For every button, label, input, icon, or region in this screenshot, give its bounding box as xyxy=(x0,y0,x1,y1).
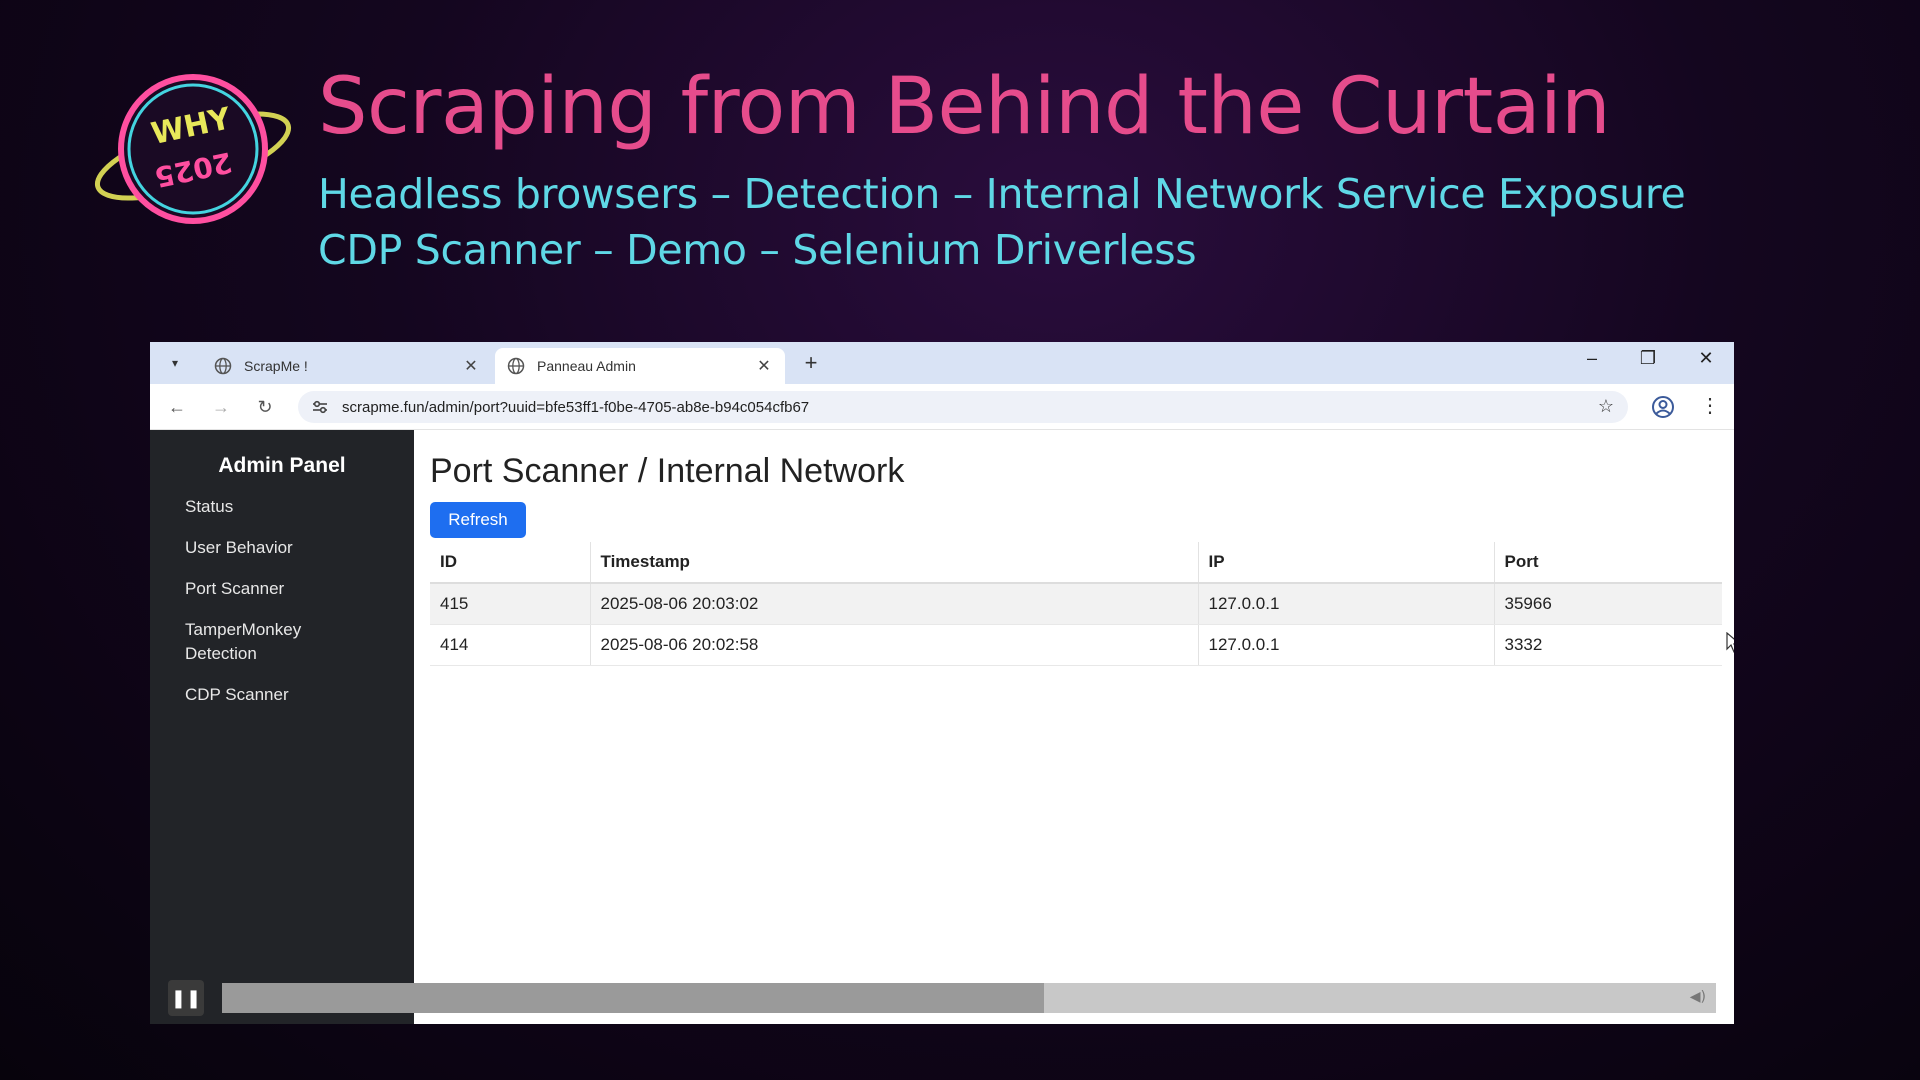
forward-arrow-icon[interactable]: → xyxy=(208,394,234,420)
cell-id: 415 xyxy=(430,583,591,625)
video-controls: ❚❚ ◀) xyxy=(168,978,1716,1018)
cell-id: 414 xyxy=(430,624,591,666)
table-header-row: ID Timestamp IP Port xyxy=(430,542,1722,584)
browser-window: ▾ ScrapMe ! ✕ Panneau Admin ✕ + – ❐ ✕ ← xyxy=(150,342,1734,1024)
cell-timestamp: 2025-08-06 20:02:58 xyxy=(590,624,1199,666)
reload-icon[interactable]: ↻ xyxy=(252,394,278,420)
column-header-port[interactable]: Port xyxy=(1494,542,1722,584)
volume-icon[interactable]: ◀) xyxy=(1690,989,1706,1005)
restore-icon[interactable]: ❐ xyxy=(1634,348,1662,369)
seek-bar[interactable]: ◀) xyxy=(222,983,1716,1013)
slide-subtitle-line2: CDP Scanner – Demo – Selenium Driverless xyxy=(318,226,1197,274)
sidebar-item-port-scanner[interactable]: Port Scanner xyxy=(185,577,385,601)
address-bar[interactable]: scrapme.fun/admin/port?uuid=bfe53ff1-f0b… xyxy=(298,391,1628,423)
cell-port: 35966 xyxy=(1494,583,1722,625)
browser-toolbar: ← → ↻ scrapme.fun/admin/port?uuid=bfe53f… xyxy=(150,384,1734,430)
page-content: Admin Panel Status User Behavior Port Sc… xyxy=(150,430,1734,1024)
close-icon[interactable]: ✕ xyxy=(755,356,773,376)
table-row: 414 2025-08-06 20:02:58 127.0.0.1 3332 xyxy=(430,624,1722,666)
window-close-icon[interactable]: ✕ xyxy=(1692,348,1720,369)
tab-search-chevron-icon[interactable]: ▾ xyxy=(162,351,188,375)
port-scan-table: ID Timestamp IP Port 415 2025-08-06 20:0… xyxy=(430,542,1722,666)
sidebar-title: Admin Panel xyxy=(218,454,346,477)
kebab-menu-icon[interactable]: ⋮ xyxy=(1700,393,1720,418)
minimize-icon[interactable]: – xyxy=(1578,348,1606,369)
cell-ip: 127.0.0.1 xyxy=(1198,583,1495,625)
back-arrow-icon[interactable]: ← xyxy=(164,394,190,420)
close-icon[interactable]: ✕ xyxy=(462,356,480,376)
cell-port: 3332 xyxy=(1494,624,1722,666)
slide-subtitle-line1: Headless browsers – Detection – Internal… xyxy=(318,170,1686,218)
admin-sidebar: Admin Panel Status User Behavior Port Sc… xyxy=(150,430,414,1024)
main-panel: Port Scanner / Internal Network Refresh … xyxy=(414,430,1734,1024)
tab-bar: ▾ ScrapMe ! ✕ Panneau Admin ✕ + – ❐ ✕ xyxy=(150,342,1734,384)
cell-timestamp: 2025-08-06 20:03:02 xyxy=(590,583,1199,625)
column-header-ip[interactable]: IP xyxy=(1198,542,1495,584)
slide-title: Scraping from Behind the Curtain xyxy=(318,62,1611,152)
column-header-timestamp[interactable]: Timestamp xyxy=(590,542,1199,584)
globe-icon xyxy=(214,357,232,375)
tab-title: Panneau Admin xyxy=(537,358,636,374)
sidebar-item-cdp-scanner[interactable]: CDP Scanner xyxy=(185,683,385,707)
why2025-logo: WHY 2025 xyxy=(94,74,292,224)
column-header-id[interactable]: ID xyxy=(430,542,591,584)
sidebar-item-tampermonkey-detection[interactable]: TamperMonkey Detection xyxy=(185,618,335,666)
profile-icon[interactable] xyxy=(1650,394,1676,420)
tab-title: ScrapMe ! xyxy=(244,358,308,374)
tab-scrapme[interactable]: ScrapMe ! ✕ xyxy=(202,348,492,384)
pause-icon[interactable]: ❚❚ xyxy=(168,980,204,1016)
cell-ip: 127.0.0.1 xyxy=(1198,624,1495,666)
globe-icon xyxy=(507,357,525,375)
new-tab-button[interactable]: + xyxy=(798,350,824,376)
sidebar-item-user-behavior[interactable]: User Behavior xyxy=(185,536,385,560)
site-settings-icon[interactable] xyxy=(310,397,330,417)
url-text: scrapme.fun/admin/port?uuid=bfe53ff1-f0b… xyxy=(342,398,810,416)
table-row: 415 2025-08-06 20:03:02 127.0.0.1 35966 xyxy=(430,583,1722,625)
tab-panneau-admin[interactable]: Panneau Admin ✕ xyxy=(495,348,785,384)
sidebar-item-status[interactable]: Status xyxy=(185,495,385,519)
page-title: Port Scanner / Internal Network xyxy=(430,452,905,490)
refresh-button[interactable]: Refresh xyxy=(430,502,526,538)
mouse-cursor-icon xyxy=(1726,632,1734,653)
seek-progress xyxy=(222,983,1044,1013)
bookmark-star-icon[interactable]: ☆ xyxy=(1598,396,1614,417)
